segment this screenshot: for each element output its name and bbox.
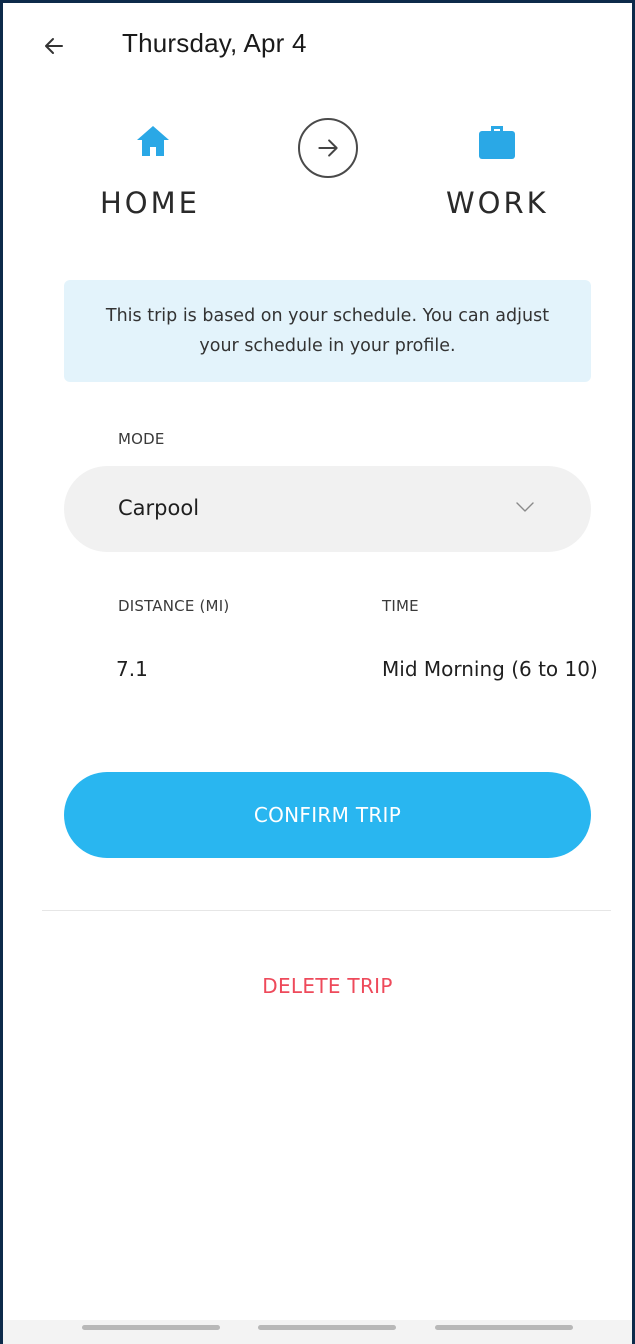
briefcase-icon	[479, 126, 515, 159]
time-label: TIME	[382, 597, 419, 615]
distance-label: DISTANCE (MI)	[118, 597, 230, 615]
info-message: This trip is based on your schedule. You…	[105, 306, 550, 356]
chevron-down-icon	[516, 502, 534, 512]
nav-handle[interactable]	[435, 1325, 573, 1330]
mode-label: MODE	[118, 430, 165, 448]
direction-arrow	[298, 118, 358, 178]
mode-select[interactable]: Carpool	[64, 466, 591, 552]
nav-handle[interactable]	[82, 1325, 220, 1330]
divider	[42, 910, 611, 911]
schedule-info-banner: This trip is based on your schedule. You…	[64, 280, 591, 382]
back-button[interactable]	[38, 30, 70, 62]
system-nav-bar	[0, 1320, 635, 1344]
mode-value: Carpool	[118, 496, 200, 520]
home-icon	[137, 126, 169, 156]
distance-value: 7.1	[116, 657, 148, 681]
origin-label: HOME	[100, 186, 200, 220]
nav-handle[interactable]	[258, 1325, 396, 1330]
header: Thursday, Apr 4	[0, 0, 635, 96]
destination-label: WORK	[446, 186, 549, 220]
page-title: Thursday, Apr 4	[122, 28, 307, 58]
arrow-right-icon	[318, 139, 338, 157]
confirm-trip-button[interactable]: CONFIRM TRIP	[64, 772, 591, 858]
delete-trip-button[interactable]: DELETE TRIP	[0, 966, 635, 1006]
arrow-left-icon	[45, 38, 63, 54]
time-value: Mid Morning (6 to 10)	[382, 657, 598, 681]
